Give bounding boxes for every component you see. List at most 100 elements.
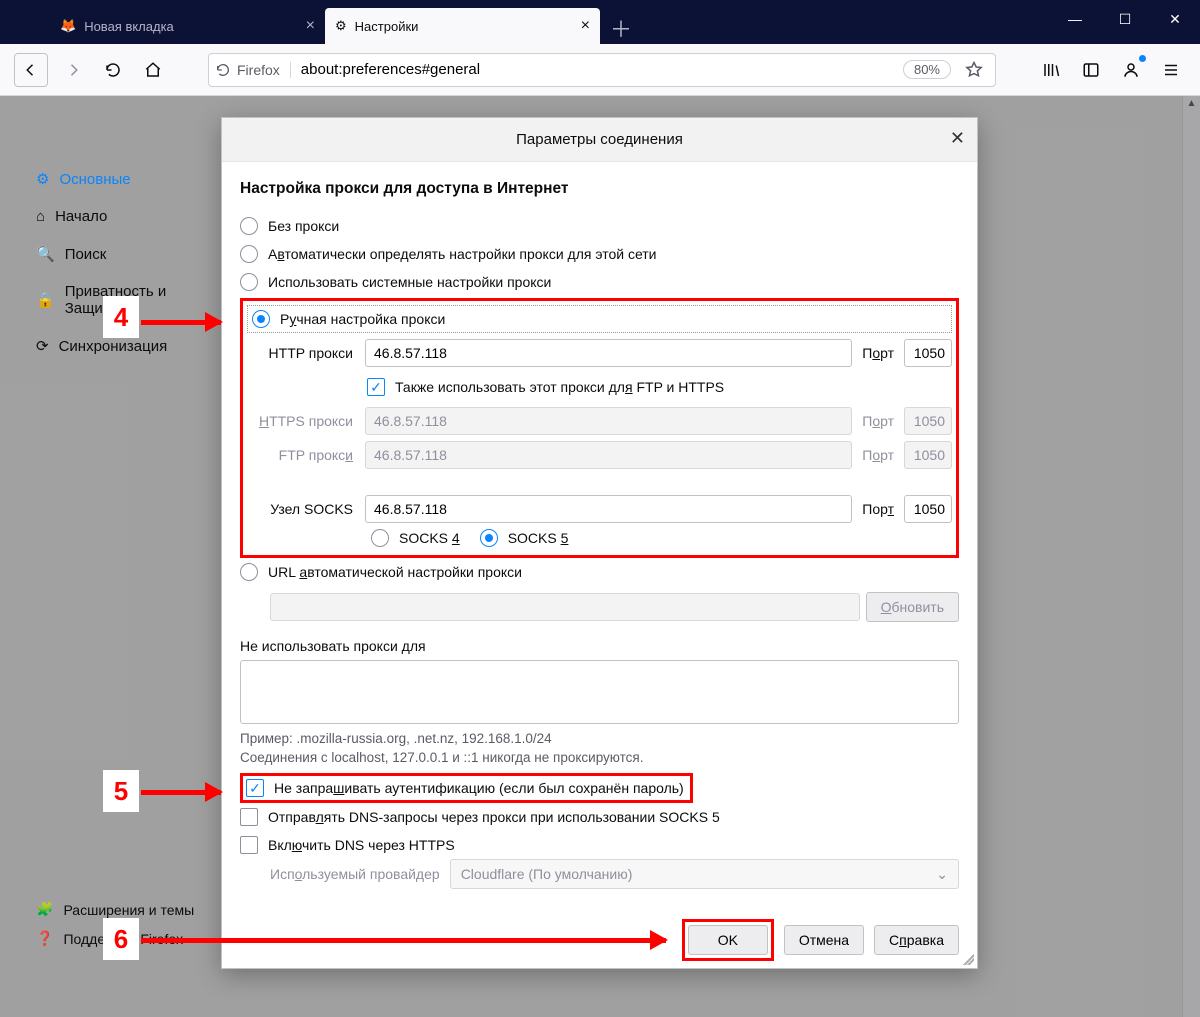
radio-socks5[interactable]: SOCKS 5 xyxy=(480,529,569,547)
annotation-4: 4 xyxy=(103,296,139,338)
radio-socks4[interactable]: SOCKS 4 xyxy=(371,529,460,547)
annotation-6: 6 xyxy=(103,918,139,960)
ok-button[interactable]: OK xyxy=(688,925,768,955)
same-for-all-checkbox[interactable]: Также использовать этот прокси для FTP и… xyxy=(367,373,952,401)
new-tab-button[interactable]: ＋ xyxy=(600,12,642,44)
lock-icon: 🔒 xyxy=(36,291,55,309)
sidebar-item-search[interactable]: 🔍 Поиск xyxy=(30,235,210,273)
tab-label: Настройки xyxy=(355,19,419,34)
home-icon: ⌂ xyxy=(36,208,45,225)
port-label: Порт xyxy=(858,501,898,517)
puzzle-icon: 🧩 xyxy=(36,901,53,918)
no-auth-checkbox-label: Не запрашивать аутентификацию (если был … xyxy=(274,780,684,796)
reload-button: Обновить xyxy=(866,592,959,622)
search-icon: 🔍 xyxy=(36,245,55,263)
https-proxy-label: HTTPS прокси xyxy=(247,413,359,429)
zoom-indicator[interactable]: 80% xyxy=(903,60,951,79)
https-proxy-input xyxy=(365,407,852,435)
checkbox-icon xyxy=(240,836,258,854)
socks-dns-checkbox[interactable]: Отправлять DNS-запросы через прокси при … xyxy=(240,803,959,831)
dialog-heading: Настройка прокси для доступа в Интернет xyxy=(240,180,959,198)
bookmark-star-icon[interactable] xyxy=(959,55,989,85)
socks-host-input[interactable] xyxy=(365,495,852,523)
radio-auto-detect[interactable]: Автоматически определять настройки прокс… xyxy=(240,240,959,268)
titlebar: 🦊 Новая вкладка × ⚙ Настройки × ＋ — ☐ ✕ xyxy=(0,0,1200,44)
identity-box[interactable]: Firefox xyxy=(215,62,291,78)
gear-icon: ⚙ xyxy=(335,18,347,34)
no-proxy-textarea[interactable] xyxy=(240,660,959,724)
notification-dot xyxy=(1139,55,1146,62)
close-icon[interactable]: × xyxy=(581,18,590,34)
menu-icon[interactable] xyxy=(1156,55,1186,85)
socks-host-label: Узел SOCKS xyxy=(247,501,359,517)
radio-system[interactable]: Использовать системные настройки прокси xyxy=(240,268,959,296)
http-port-input[interactable] xyxy=(904,339,952,367)
firefox-icon: 🦊 xyxy=(60,18,76,34)
port-label: Порт xyxy=(858,345,898,361)
radio-icon xyxy=(240,217,258,235)
pac-url-input xyxy=(270,593,860,621)
no-proxy-example: Пример: .mozilla-russia.org, .net.nz, 19… xyxy=(240,731,959,746)
close-icon[interactable]: × xyxy=(306,18,315,34)
forward-button[interactable] xyxy=(58,55,88,85)
library-icon[interactable] xyxy=(1036,55,1066,85)
http-proxy-input[interactable] xyxy=(365,339,852,367)
ftp-proxy-label: FTP прокси xyxy=(247,447,359,463)
annotation-arrow-6 xyxy=(141,938,666,943)
no-proxy-note: Соединения с localhost, 127.0.0.1 и ::1 … xyxy=(240,750,959,765)
radio-icon xyxy=(480,529,498,547)
http-proxy-label: HTTP прокси xyxy=(247,345,359,361)
annotation-box-6: OK xyxy=(682,919,774,961)
account-icon[interactable] xyxy=(1116,55,1146,85)
radio-icon xyxy=(240,563,258,581)
tab-new[interactable]: 🦊 Новая вкладка × xyxy=(50,8,325,44)
connection-settings-dialog: Параметры соединения ✕ Настройка прокси … xyxy=(221,117,978,969)
ftp-port-input xyxy=(904,441,952,469)
sidebar-item-home[interactable]: ⌂ Начало xyxy=(30,198,210,235)
url-input[interactable] xyxy=(299,60,895,79)
provider-label: Используемый провайдер xyxy=(270,866,440,882)
port-label: Порт xyxy=(858,413,898,429)
back-button[interactable] xyxy=(14,53,48,87)
annotation-box-4: Ручная настройка прокси HTTP прокси Порт… xyxy=(240,298,959,558)
radio-manual[interactable]: Ручная настройка прокси xyxy=(247,305,952,333)
radio-icon xyxy=(252,310,270,328)
checkbox-icon[interactable] xyxy=(246,779,264,797)
home-button[interactable] xyxy=(138,55,168,85)
window-minimize[interactable]: — xyxy=(1050,0,1100,38)
radio-pac[interactable]: URL автоматической настройки прокси xyxy=(240,558,959,586)
dialog-title-bar: Параметры соединения ✕ xyxy=(222,118,977,162)
radio-icon xyxy=(371,529,389,547)
sync-icon: ⟳ xyxy=(36,337,49,355)
navbar: Firefox 80% xyxy=(0,44,1200,96)
https-port-input xyxy=(904,407,952,435)
doh-checkbox[interactable]: Включить DNS через HTTPS xyxy=(240,831,959,859)
help-icon: ❓ xyxy=(36,930,53,947)
annotation-arrow-4 xyxy=(141,320,221,325)
annotation-5: 5 xyxy=(103,770,139,812)
gear-icon: ⚙ xyxy=(36,170,49,188)
sidebar-icon[interactable] xyxy=(1076,55,1106,85)
port-label: Порт xyxy=(858,447,898,463)
reload-button[interactable] xyxy=(98,55,128,85)
window-maximize[interactable]: ☐ xyxy=(1100,0,1150,38)
no-proxy-label: Не использовать прокси для xyxy=(240,638,959,654)
close-icon[interactable]: ✕ xyxy=(950,128,965,149)
help-button[interactable]: Справка xyxy=(874,925,959,955)
radio-no-proxy[interactable]: Без прокси xyxy=(240,212,959,240)
socks-port-input[interactable] xyxy=(904,495,952,523)
checkbox-icon xyxy=(240,808,258,826)
annotation-box-5: Не запрашивать аутентификацию (если был … xyxy=(240,773,693,803)
urlbar[interactable]: Firefox 80% xyxy=(208,53,996,87)
tab-settings[interactable]: ⚙ Настройки × xyxy=(325,8,600,44)
resize-grip[interactable] xyxy=(960,951,974,965)
radio-icon xyxy=(240,245,258,263)
annotation-arrow-5 xyxy=(141,790,221,795)
window-close[interactable]: ✕ xyxy=(1150,0,1200,38)
provider-select: Cloudflare (По умолчанию) ⌄ xyxy=(450,859,959,889)
cancel-button[interactable]: Отмена xyxy=(784,925,864,955)
ftp-proxy-input xyxy=(365,441,852,469)
checkbox-icon xyxy=(367,378,385,396)
sidebar-item-general[interactable]: ⚙ Основные xyxy=(30,160,210,198)
radio-icon xyxy=(240,273,258,291)
